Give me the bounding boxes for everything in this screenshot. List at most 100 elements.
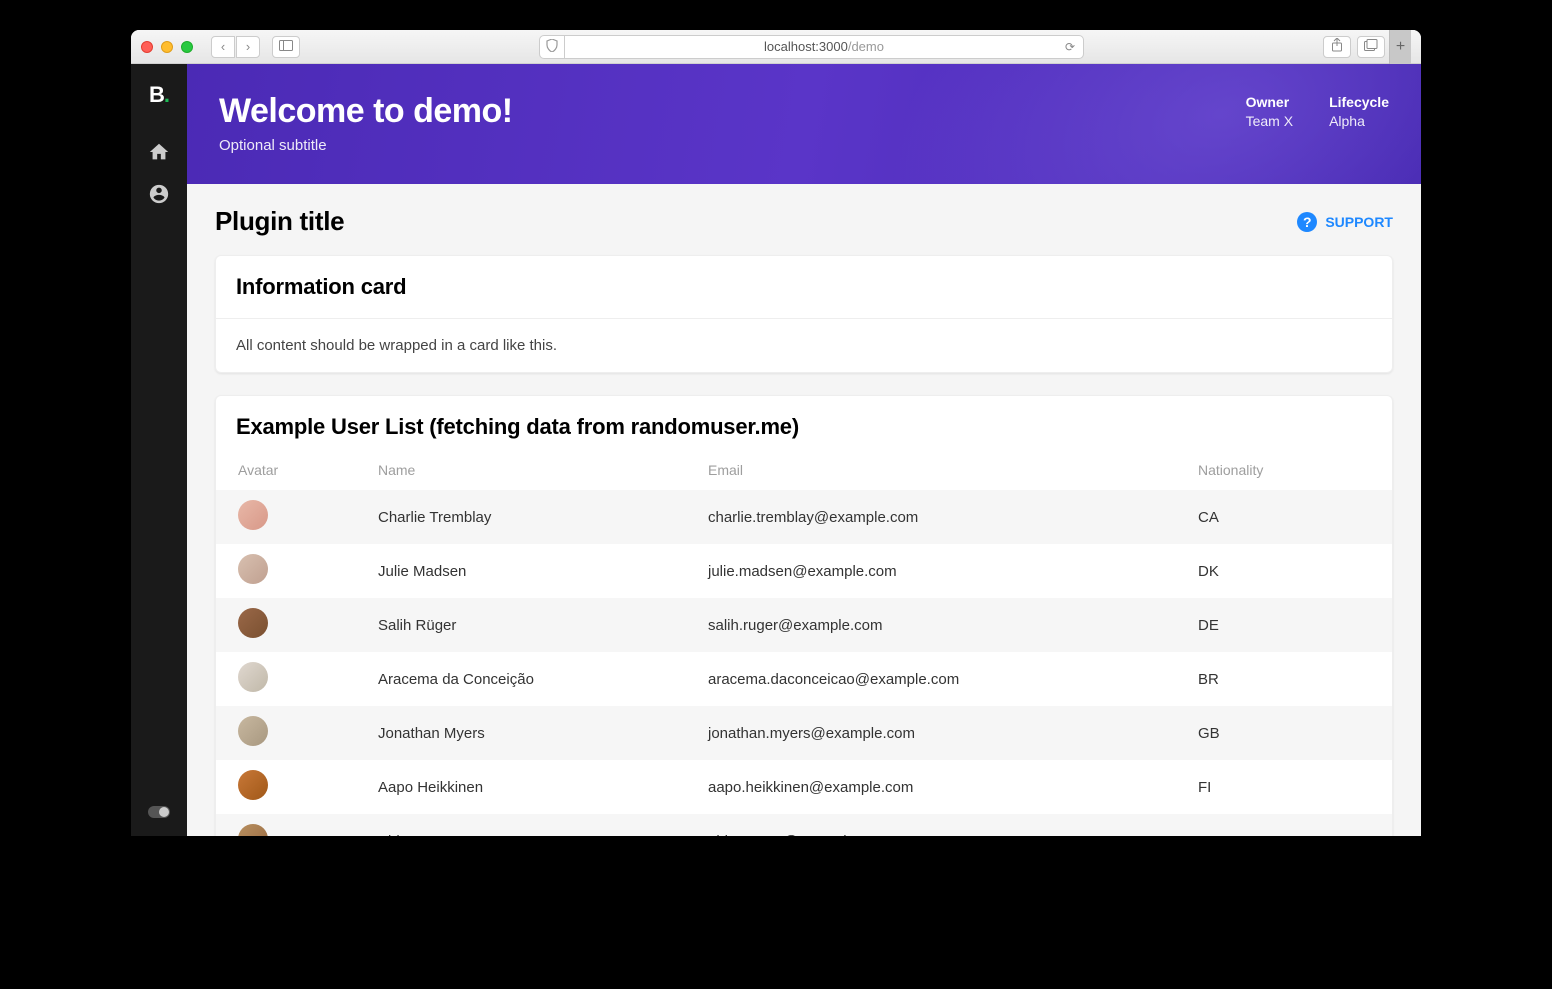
nav-home[interactable] (147, 142, 171, 166)
address-bar[interactable]: localhost:3000/demo ⟳ (564, 35, 1084, 59)
tabs-icon (1364, 39, 1378, 54)
cell-avatar (216, 652, 356, 706)
col-nationality: Nationality (1176, 450, 1392, 490)
meta-label: Owner (1246, 94, 1293, 110)
col-email: Email (686, 450, 1176, 490)
cell-name: Salih Rüger (356, 598, 686, 652)
panel-icon (279, 40, 293, 54)
home-icon (148, 141, 170, 168)
shield-icon (546, 39, 558, 55)
support-link[interactable]: ? SUPPORT (1297, 212, 1393, 232)
url-host: localhost:3000 (764, 39, 848, 54)
cell-nationality: FI (1176, 760, 1392, 814)
avatar (238, 608, 268, 638)
cell-name: Julie Madsen (356, 544, 686, 598)
cell-email: jonathan.myers@example.com (686, 706, 1176, 760)
user-table: Avatar Name Email Nationality Charlie Tr… (216, 450, 1392, 836)
table-header-row: Avatar Name Email Nationality (216, 450, 1392, 490)
nav-history-buttons: ‹ › (211, 36, 260, 58)
hero-title: Welcome to demo! (219, 92, 1389, 131)
cell-avatar (216, 814, 356, 836)
cell-email: salih.ruger@example.com (686, 598, 1176, 652)
app-logo[interactable]: B. (149, 82, 169, 108)
browser-window: ‹ › localhost:3000/demo ⟳ (131, 30, 1421, 836)
support-label: SUPPORT (1325, 214, 1393, 230)
cell-email: aiden.grant@example.com (686, 814, 1176, 836)
cell-avatar (216, 706, 356, 760)
nav-back-button[interactable]: ‹ (211, 36, 235, 58)
theme-toggle[interactable] (148, 806, 170, 818)
nav-forward-button[interactable]: › (236, 36, 260, 58)
page-hero: Welcome to demo! Optional subtitle Owner… (187, 64, 1421, 184)
meta-label: Lifecycle (1329, 94, 1389, 110)
hero-meta-lifecycle: Lifecycle Alpha (1329, 94, 1389, 129)
table-row: Aapo Heikkinenaapo.heikkinen@example.com… (216, 760, 1392, 814)
cell-nationality: GB (1176, 706, 1392, 760)
avatar (238, 716, 268, 746)
browser-titlebar: ‹ › localhost:3000/demo ⟳ (131, 30, 1421, 64)
cell-name: Aapo Heikkinen (356, 760, 686, 814)
hero-subtitle: Optional subtitle (219, 137, 1389, 154)
avatar (238, 554, 268, 584)
cell-name: Aiden Grant (356, 814, 686, 836)
cell-name: Charlie Tremblay (356, 490, 686, 544)
cell-email: julie.madsen@example.com (686, 544, 1176, 598)
cell-nationality: BR (1176, 652, 1392, 706)
account-circle-icon (148, 183, 170, 210)
avatar (238, 662, 268, 692)
window-minimize-button[interactable] (161, 41, 173, 53)
logo-dot: . (164, 82, 169, 107)
plus-icon: + (1396, 38, 1405, 56)
col-name: Name (356, 450, 686, 490)
page-title: Plugin title (215, 206, 344, 237)
cell-avatar (216, 544, 356, 598)
chevron-left-icon: ‹ (221, 39, 225, 54)
reload-icon[interactable]: ⟳ (1065, 40, 1075, 54)
page-header: Plugin title ? SUPPORT (215, 206, 1393, 237)
table-row: Aracema da Conceiçãoaracema.daconceicao@… (216, 652, 1392, 706)
cell-name: Aracema da Conceição (356, 652, 686, 706)
avatar (238, 824, 268, 836)
content-area: Welcome to demo! Optional subtitle Owner… (187, 64, 1421, 836)
table-row: Julie Madsenjulie.madsen@example.comDK (216, 544, 1392, 598)
table-row: Aiden Grantaiden.grant@example.comAU (216, 814, 1392, 836)
table-row: Jonathan Myersjonathan.myers@example.com… (216, 706, 1392, 760)
info-card-body: All content should be wrapped in a card … (216, 319, 1392, 372)
cell-email: charlie.tremblay@example.com (686, 490, 1176, 544)
help-icon: ? (1297, 212, 1317, 232)
table-row: Salih Rügersalih.ruger@example.comDE (216, 598, 1392, 652)
cell-nationality: CA (1176, 490, 1392, 544)
meta-value: Alpha (1329, 113, 1389, 129)
hero-meta-owner: Owner Team X (1246, 94, 1293, 129)
cell-avatar (216, 760, 356, 814)
cell-email: aracema.daconceicao@example.com (686, 652, 1176, 706)
window-close-button[interactable] (141, 41, 153, 53)
logo-letter: B (149, 82, 164, 107)
new-tab-button[interactable]: + (1389, 30, 1411, 64)
chevron-right-icon: › (246, 39, 250, 54)
left-rail: B. (131, 64, 187, 836)
page-body: Plugin title ? SUPPORT Information card … (187, 184, 1421, 836)
window-controls (141, 41, 193, 53)
toggle-icon (148, 806, 170, 818)
avatar (238, 500, 268, 530)
share-button[interactable] (1323, 36, 1351, 58)
cell-avatar (216, 598, 356, 652)
tabs-overview-button[interactable] (1357, 36, 1385, 58)
user-list-title: Example User List (fetching data from ra… (216, 396, 1392, 450)
url-path: /demo (848, 39, 884, 54)
cell-nationality: AU (1176, 814, 1392, 836)
share-icon (1331, 38, 1343, 55)
window-maximize-button[interactable] (181, 41, 193, 53)
app-shell: B. Welcome to demo! Optional subtitle (131, 64, 1421, 836)
col-avatar: Avatar (216, 450, 356, 490)
cell-avatar (216, 490, 356, 544)
cell-nationality: DK (1176, 544, 1392, 598)
cell-email: aapo.heikkinen@example.com (686, 760, 1176, 814)
info-card: Information card All content should be w… (215, 255, 1393, 373)
nav-account[interactable] (147, 184, 171, 208)
info-card-title: Information card (216, 256, 1392, 319)
privacy-report-button[interactable] (539, 35, 565, 59)
cell-name: Jonathan Myers (356, 706, 686, 760)
browser-sidebar-toggle[interactable] (272, 36, 300, 58)
